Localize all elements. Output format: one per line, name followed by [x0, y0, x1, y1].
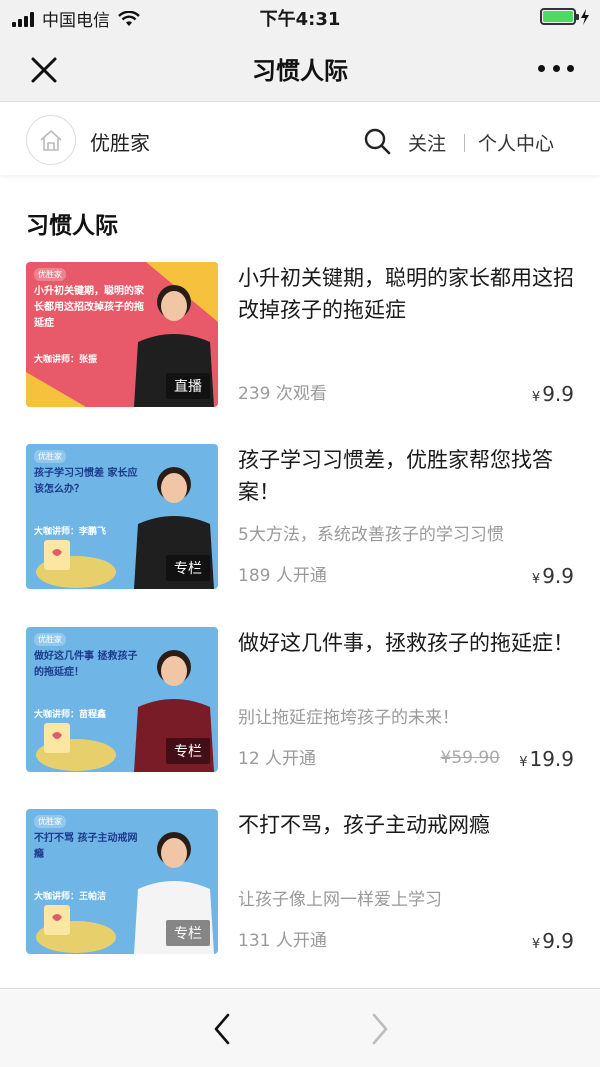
course-view-count: 131 人开通	[238, 931, 327, 951]
price-value: 19.9	[529, 747, 574, 771]
currency-symbol: ¥	[531, 390, 541, 405]
brand-logo: 优胜家	[34, 450, 66, 463]
course-type-badge: 专栏	[166, 920, 210, 946]
bottom-toolbar	[0, 988, 600, 1067]
currency-symbol: ¥	[519, 755, 528, 770]
page-title: 习惯人际	[252, 57, 348, 85]
course-thumbnail: 优胜家 小升初关键期，聪明的家长都用这招改掉孩子的拖延症 大咖讲师：张振 直播	[26, 262, 218, 407]
course-item[interactable]: 优胜家 做好这几件事 拯救孩子的拖延症！ 大咖讲师：苗程鑫 专栏 做好这几件事，…	[0, 627, 600, 775]
course-item[interactable]: 优胜家 小升初关键期，聪明的家长都用这招改掉孩子的拖延症 大咖讲师：张振 直播 …	[0, 262, 600, 410]
course-thumbnail: 优胜家 孩子学习习惯差 家长应该怎么办？ 大咖讲师：李鹏飞 专栏	[26, 444, 218, 589]
course-price: ¥9.9	[532, 929, 574, 953]
home-icon	[40, 130, 62, 151]
brand-logo: 优胜家	[34, 633, 66, 646]
battery-icon	[540, 8, 579, 25]
currency-symbol: ¥	[531, 572, 541, 587]
search-icon[interactable]	[363, 127, 391, 155]
course-price: ¥9.9	[532, 382, 574, 406]
shop-logo[interactable]	[26, 115, 76, 165]
thumbnail-text: 做好这几件事 拯救孩子的拖延症！	[34, 651, 138, 678]
shop-name[interactable]: 优胜家	[90, 127, 150, 156]
currency-symbol: ¥	[531, 937, 541, 952]
original-price: ¥59.90	[440, 748, 500, 768]
brand-logo: 优胜家	[34, 815, 66, 828]
course-subtitle: 让孩子像上网一样爱上学习	[238, 890, 442, 910]
course-price: ¥19.9	[519, 747, 574, 771]
back-arrow-icon[interactable]	[208, 1011, 236, 1047]
more-icon[interactable]	[538, 58, 574, 78]
course-type-badge: 专栏	[166, 738, 210, 764]
status-bar: 中国电信 下午4:31	[0, 0, 600, 34]
thumbnail-text: 不打不骂 孩子主动戒网瘾	[34, 833, 138, 860]
course-view-count: 12 人开通	[238, 749, 317, 769]
price-value: 9.9	[542, 929, 574, 953]
clock: 下午4:31	[259, 9, 341, 30]
course-title[interactable]: 做好这几件事，拯救孩子的拖延症！	[238, 627, 578, 659]
course-price: ¥9.9	[532, 564, 574, 588]
divider	[464, 134, 465, 152]
forward-arrow-icon[interactable]	[366, 1011, 394, 1047]
thumbnail-text: 小升初关键期，聪明的家长都用这招改掉孩子的拖延症	[34, 286, 144, 329]
course-subtitle: 别让拖延症拖垮孩子的未来！	[238, 708, 459, 728]
course-type-badge: 直播	[166, 373, 210, 399]
course-item[interactable]: 优胜家 不打不骂 孩子主动戒网瘾 大咖讲师：王帕洁 专栏 不打不骂，孩子主动戒网…	[0, 809, 600, 957]
charging-icon	[581, 8, 589, 25]
thumbnail-text: 孩子学习习惯差 家长应该怎么办？	[34, 468, 138, 495]
course-type-badge: 专栏	[166, 555, 210, 581]
course-subtitle: 5大方法，系统改善孩子的学习习惯	[238, 525, 504, 545]
thumbnail-teacher: 大咖讲师：苗程鑫	[34, 710, 107, 720]
course-view-count: 239 次观看	[238, 384, 327, 404]
brand-logo: 优胜家	[34, 268, 66, 281]
course-title[interactable]: 不打不骂，孩子主动戒网瘾	[238, 809, 578, 841]
course-title[interactable]: 孩子学习习惯差，优胜家帮您找答案！	[238, 444, 578, 508]
course-thumbnail: 优胜家 做好这几件事 拯救孩子的拖延症！ 大咖讲师：苗程鑫 专栏	[26, 627, 218, 772]
thumbnail-teacher: 大咖讲师：王帕洁	[34, 892, 107, 902]
personal-center-button[interactable]: 个人中心	[478, 129, 554, 156]
follow-button[interactable]: 关注	[408, 129, 446, 156]
section-title: 习惯人际	[26, 213, 118, 239]
shop-header: 优胜家 关注 个人中心	[0, 103, 600, 175]
course-title[interactable]: 小升初关键期，聪明的家长都用这招改掉孩子的拖延症	[238, 262, 578, 326]
thumbnail-teacher: 大咖讲师：李鹏飞	[34, 527, 107, 537]
thumbnail-teacher: 大咖讲师：张振	[34, 355, 98, 365]
course-item[interactable]: 优胜家 孩子学习习惯差 家长应该怎么办？ 大咖讲师：李鹏飞 专栏 孩子学习习惯差…	[0, 444, 600, 592]
status-right	[540, 8, 590, 25]
price-value: 9.9	[542, 382, 574, 406]
price-value: 9.9	[542, 564, 574, 588]
course-view-count: 189 人开通	[238, 566, 327, 586]
nav-bar: 习惯人际	[0, 34, 600, 102]
course-thumbnail: 优胜家 不打不骂 孩子主动戒网瘾 大咖讲师：王帕洁 专栏	[26, 809, 218, 954]
